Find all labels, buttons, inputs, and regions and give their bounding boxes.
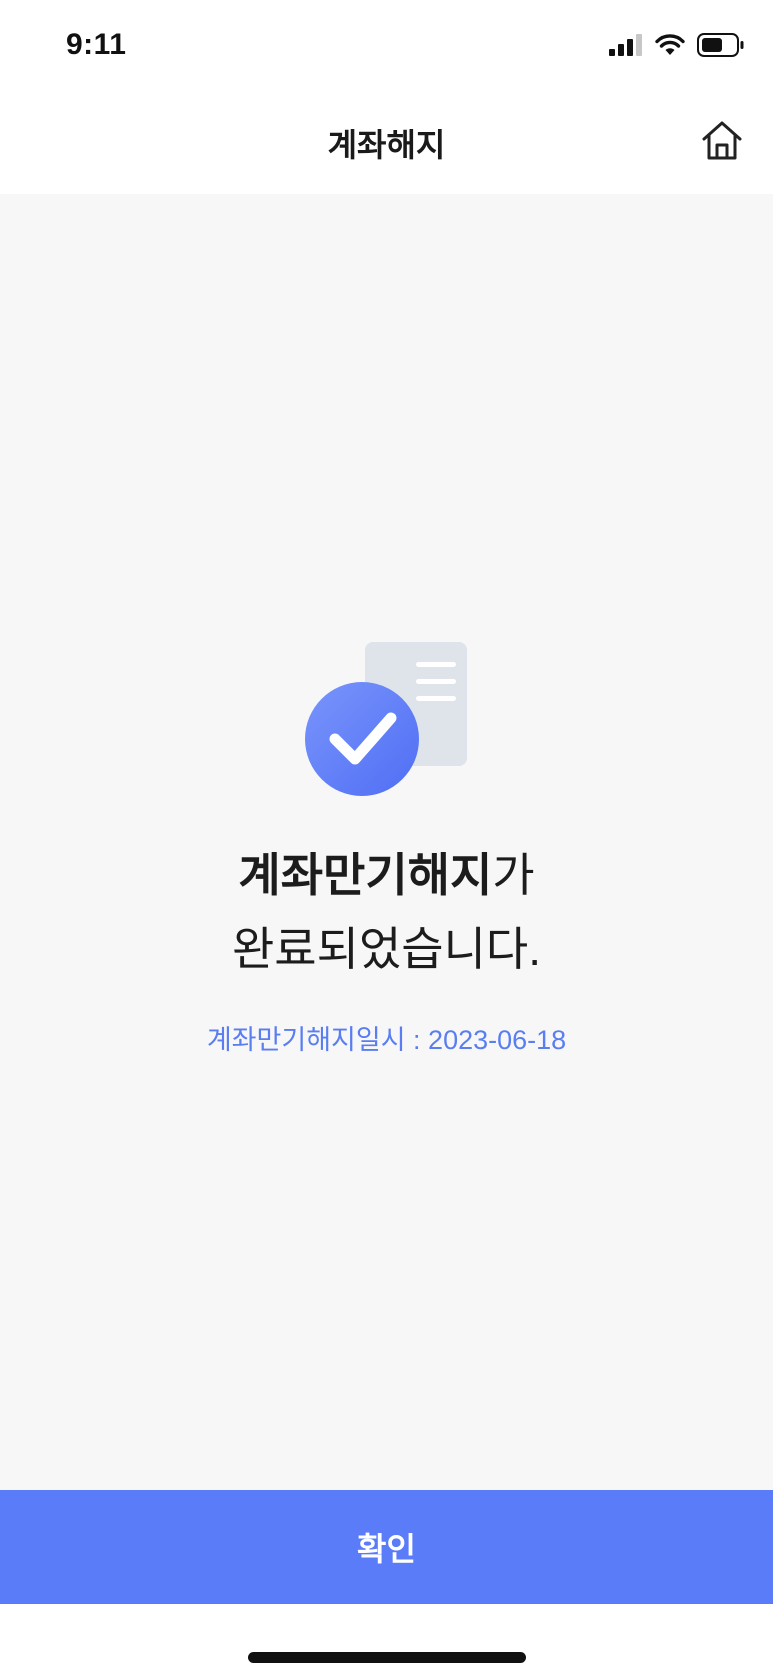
confirm-button[interactable]: 확인	[0, 1490, 773, 1604]
completion-message-particle: 가	[492, 849, 535, 901]
status-bar: 9:11	[0, 0, 773, 96]
home-icon	[699, 121, 745, 168]
completion-message-line1: 계좌만기해지가	[0, 838, 773, 912]
result-content: 계좌만기해지가 완료되었습니다. 계좌만기해지일시 : 2023-06-18	[0, 194, 773, 1490]
wifi-icon	[655, 33, 685, 61]
battery-icon	[697, 32, 745, 62]
termination-datetime: 계좌만기해지일시 : 2023-06-18	[206, 1025, 567, 1055]
home-indicator[interactable]	[248, 1652, 526, 1663]
signal-icon	[609, 33, 643, 61]
check-document-icon	[303, 642, 471, 802]
home-button[interactable]	[699, 118, 745, 164]
page-title: 계좌해지	[327, 127, 446, 163]
status-icons	[609, 32, 745, 62]
header: 계좌해지	[0, 96, 773, 194]
bottom-safe-area	[0, 1604, 773, 1674]
completion-message-line2: 완료되었습니다.	[231, 923, 542, 975]
completion-message: 계좌만기해지가 완료되었습니다.	[0, 838, 773, 986]
completion-message-strong: 계좌만기해지	[238, 849, 493, 901]
status-time: 9:11	[66, 28, 127, 61]
